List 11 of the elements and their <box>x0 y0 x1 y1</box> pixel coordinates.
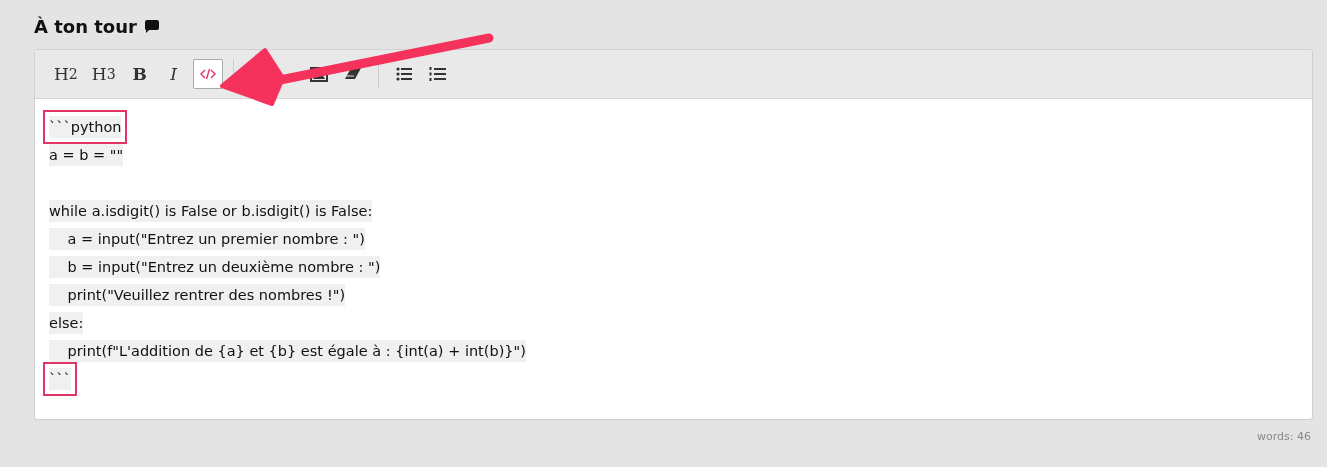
bullet-list-icon <box>395 67 412 81</box>
word-count: words: 46 <box>1257 430 1311 443</box>
image-icon <box>309 66 328 82</box>
section-title: À ton tour <box>34 16 137 37</box>
code-icon <box>199 68 216 80</box>
numbered-list-icon <box>429 66 447 82</box>
code-button[interactable] <box>192 59 223 89</box>
speech-bubble-icon <box>144 20 159 33</box>
bold-button[interactable]: B <box>124 59 155 89</box>
italic-button[interactable]: I <box>158 59 189 89</box>
eraser-icon <box>343 67 362 81</box>
